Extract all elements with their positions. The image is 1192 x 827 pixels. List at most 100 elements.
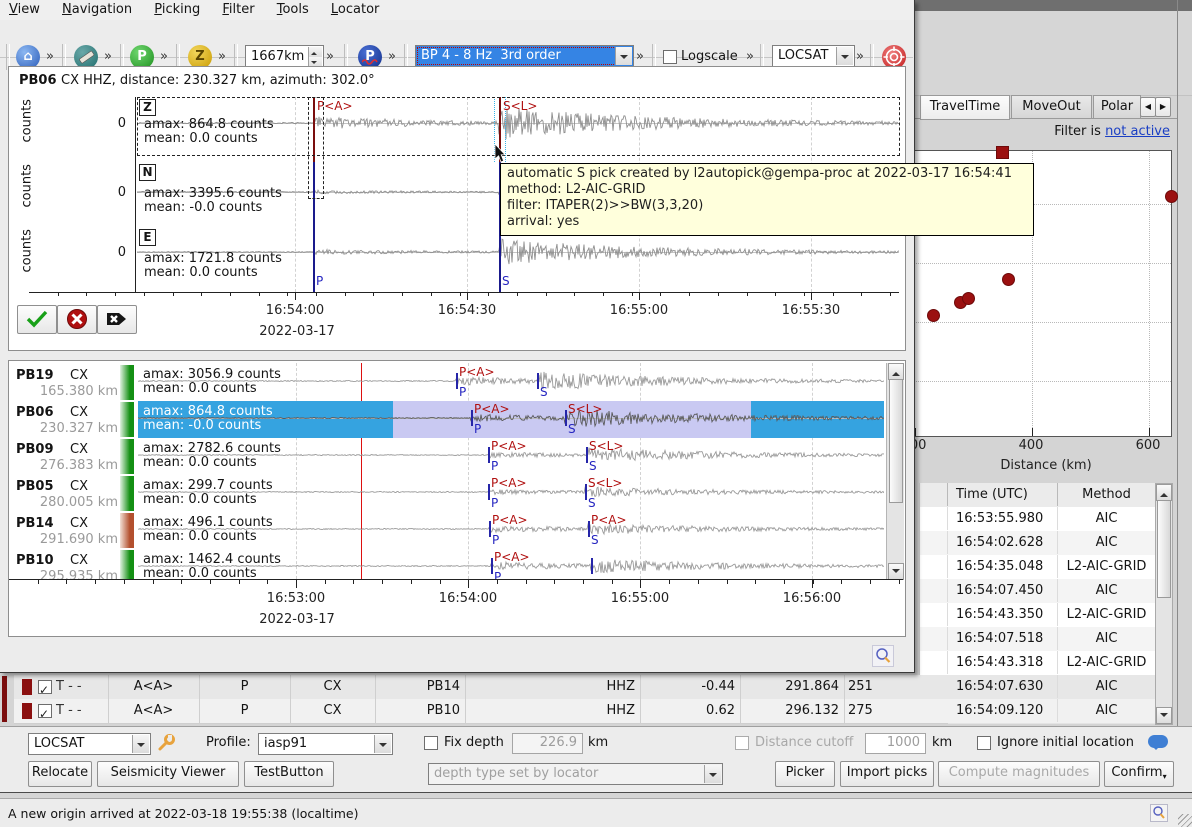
- reject-pick-button[interactable]: [57, 305, 97, 334]
- trace-list-scrollbar[interactable]: [886, 363, 904, 579]
- spin-up-icon[interactable]: [308, 47, 322, 57]
- toolbar-overflow-icon[interactable]: »: [104, 49, 112, 64]
- col-header-time[interactable]: Time (UTC): [948, 483, 1058, 506]
- arrival-time-row[interactable]: 16:54:43.350L2-AIC-GRID: [920, 603, 1156, 628]
- depth-input[interactable]: 226.9: [512, 733, 583, 754]
- arrivals-table-right[interactable]: Time (UTC) Method 16:53:55.980AIC16:54:0…: [919, 483, 1156, 724]
- locator-select[interactable]: LOCSAT: [28, 733, 151, 755]
- arrival-time-cell[interactable]: 16:54:43.350: [948, 603, 1058, 626]
- arrival-time-row[interactable]: 16:54:07.450AIC: [920, 579, 1156, 604]
- test-button[interactable]: TestButton: [244, 761, 334, 787]
- arrival-time-row[interactable]: 16:53:55.980AIC: [920, 507, 1156, 532]
- menu-locator[interactable]: Locator: [322, 0, 388, 19]
- arrival-used-checkbox[interactable]: [38, 704, 52, 718]
- arrival-time-cell[interactable]: 16:54:07.518: [948, 627, 1058, 650]
- toolbar-overflow-icon[interactable]: »: [326, 49, 334, 64]
- ignore-initial-location-checkbox[interactable]: [977, 736, 991, 750]
- arrival-method-cell[interactable]: L2-AIC-GRID: [1058, 555, 1156, 578]
- resize-grip[interactable]: [1178, 814, 1192, 827]
- depth-type-select[interactable]: depth type set by locator: [428, 763, 723, 785]
- arrivals-table-scrollbar[interactable]: [1155, 483, 1173, 725]
- trace-row-pb06-selected[interactable]: PB06CX230.327 km amax: 864.8 countsmean:…: [10, 401, 884, 438]
- scroll-down-icon[interactable]: [888, 563, 904, 580]
- picker-button[interactable]: Picker: [775, 761, 835, 787]
- toolbar-overflow-icon[interactable]: »: [46, 49, 54, 64]
- traveltime-point[interactable]: [1165, 190, 1178, 203]
- arrival-time-row[interactable]: 16:54:07.518AIC: [920, 627, 1156, 652]
- toolbar-overflow-icon[interactable]: »: [160, 49, 168, 64]
- toolbar-overflow-icon[interactable]: »: [218, 49, 226, 64]
- menu-navigation[interactable]: Navigation: [53, 0, 141, 19]
- arrival-time-row[interactable]: 16:54:35.048L2-AIC-GRID: [920, 555, 1156, 580]
- arrival-time-cell[interactable]: 16:54:07.630: [948, 675, 1058, 698]
- arrival-time-row[interactable]: 16:54:02.628AIC: [920, 531, 1156, 556]
- distance-cutoff-checkbox[interactable]: [735, 736, 749, 750]
- picker-locator-select[interactable]: LOCSAT: [772, 45, 855, 67]
- menu-picking[interactable]: Picking: [145, 0, 209, 19]
- arrival-used-checkbox[interactable]: [38, 680, 52, 694]
- arrival-method-cell[interactable]: AIC: [1058, 675, 1156, 698]
- traveltime-point[interactable]: [1002, 273, 1015, 286]
- accept-pick-button[interactable]: [17, 305, 57, 334]
- import-picks-button[interactable]: Import picks: [840, 761, 934, 787]
- picker-zoom-icon[interactable]: [872, 645, 894, 667]
- toolbar-overflow-icon[interactable]: »: [388, 49, 396, 64]
- scroll-up-icon[interactable]: [1156, 484, 1172, 501]
- trace-row-pb10[interactable]: PB10CX295.935 km amax: 1462.4 countsmean…: [10, 549, 884, 579]
- tab-scroll-left-icon[interactable]: ◀: [1140, 97, 1156, 117]
- trace-row-pb09[interactable]: PB09CX276.383 km amax: 2782.6 countsmean…: [10, 438, 884, 475]
- scroll-down-icon[interactable]: [1156, 707, 1172, 724]
- seismicity-viewer-button[interactable]: Seismicity Viewer: [97, 761, 239, 787]
- relocate-button[interactable]: Relocate: [28, 761, 92, 787]
- confirm-button[interactable]: Confirm▾: [1104, 761, 1174, 787]
- arrival-method-cell[interactable]: AIC: [1058, 579, 1156, 602]
- remove-forward-button[interactable]: [97, 305, 137, 334]
- traveltime-square-point[interactable]: [996, 146, 1009, 159]
- arrival-time-cell[interactable]: 16:53:55.980: [948, 507, 1058, 530]
- arrival-method-cell[interactable]: AIC: [1058, 531, 1156, 554]
- trace-row-pb19[interactable]: PB19CX165.380 km amax: 3056.9 countsmean…: [10, 364, 884, 401]
- toolbar-overflow-icon[interactable]: »: [746, 49, 754, 64]
- arrival-time-row[interactable]: 16:54:07.630AIC: [920, 675, 1156, 700]
- arrival-row-pb10[interactable]: T - -A<A>PCXPB10HHZ0.62296.132275: [14, 699, 948, 724]
- scroll-up-icon[interactable]: [888, 363, 904, 380]
- toolbar-overflow-icon[interactable]: »: [856, 49, 864, 64]
- tab-moveout[interactable]: MoveOut: [1011, 95, 1092, 119]
- tab-scroll-right-icon[interactable]: ▶: [1155, 97, 1171, 117]
- arrival-time-cell[interactable]: 16:54:09.120: [948, 699, 1058, 722]
- scrollbar-thumb[interactable]: [889, 379, 903, 503]
- arrival-time-cell[interactable]: 16:54:35.048: [948, 555, 1058, 578]
- logscale-checkbox[interactable]: [663, 50, 677, 64]
- traveltime-point[interactable]: [927, 309, 940, 322]
- fix-depth-checkbox[interactable]: [424, 736, 438, 750]
- arrival-method-cell[interactable]: AIC: [1058, 507, 1156, 530]
- arrival-time-cell[interactable]: 16:54:02.628: [948, 531, 1058, 554]
- scrollbar-thumb[interactable]: [1157, 500, 1171, 598]
- trace-list-panel[interactable]: PB19CX165.380 km amax: 3056.9 countsmean…: [8, 360, 906, 637]
- locator-settings-wrench-icon[interactable]: [156, 733, 176, 753]
- menu-filter[interactable]: Filter: [213, 0, 263, 19]
- traveltime-point[interactable]: [962, 292, 975, 305]
- menu-view[interactable]: View: [0, 0, 49, 19]
- arrival-method-cell[interactable]: L2-AIC-GRID: [1058, 651, 1156, 674]
- toolbar-overflow-icon[interactable]: »: [636, 49, 644, 64]
- col-header-method[interactable]: Method: [1058, 483, 1156, 506]
- arrival-time-cell[interactable]: 16:54:43.318: [948, 651, 1058, 674]
- filter-select[interactable]: BP 4 - 8 Hz 3rd order: [415, 45, 634, 67]
- cutoff-input[interactable]: 1000: [865, 733, 926, 754]
- tab-traveltime[interactable]: TravelTime: [920, 95, 1010, 120]
- profile-select[interactable]: iasp91: [258, 733, 393, 755]
- arrival-method-cell[interactable]: L2-AIC-GRID: [1058, 603, 1156, 626]
- arrival-method-cell[interactable]: AIC: [1058, 627, 1156, 650]
- arrival-row-pb14[interactable]: T - -A<A>PCXPB14HHZ-0.44291.864251: [14, 675, 948, 700]
- trace-row-pb05[interactable]: PB05CX280.005 km amax: 299.7 countsmean:…: [10, 475, 884, 512]
- arrival-time-row[interactable]: 16:54:43.318L2-AIC-GRID: [920, 651, 1156, 676]
- status-zoom-icon[interactable]: [1150, 804, 1168, 822]
- trace-row-pb14[interactable]: PB14CX291.690 km amax: 496.1 countsmean:…: [10, 512, 884, 549]
- tab-polar[interactable]: Polar: [1093, 95, 1141, 119]
- arrival-method-cell[interactable]: AIC: [1058, 699, 1156, 722]
- compute-magnitudes-button[interactable]: Compute magnitudes: [938, 761, 1100, 787]
- filter-not-active-link[interactable]: not active: [1105, 124, 1170, 139]
- arrival-time-row[interactable]: 16:54:09.120AIC: [920, 699, 1156, 724]
- arrival-time-cell[interactable]: 16:54:07.450: [948, 579, 1058, 602]
